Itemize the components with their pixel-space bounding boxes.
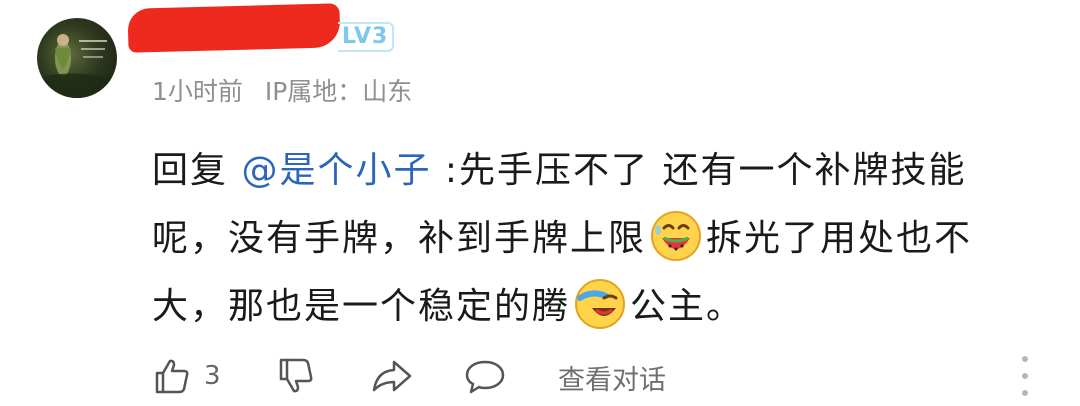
speech-bubble-icon <box>465 360 505 394</box>
avatar[interactable] <box>37 18 117 98</box>
more-options-button[interactable] <box>1018 356 1032 396</box>
avatar-image <box>37 34 117 98</box>
redacted-username <box>127 3 341 53</box>
post-time: 1小时前 <box>152 77 243 106</box>
mention-link[interactable]: @是个小子 <box>241 150 431 191</box>
reply-prefix: 回复 <box>152 150 242 191</box>
watermelon-laugh-emoji <box>651 211 702 261</box>
dislike-button[interactable] <box>276 356 316 396</box>
more-vertical-icon <box>1022 356 1028 362</box>
level-badge: LV3 <box>338 22 395 52</box>
thumbs-down-icon <box>279 358 313 393</box>
comment-meta: 1小时前 IP属地：山东 <box>152 72 426 108</box>
thumbs-up-icon <box>155 359 189 394</box>
like-count: 3 <box>204 361 221 391</box>
laughing-cry-emoji <box>575 279 626 329</box>
share-button[interactable] <box>370 356 414 396</box>
view-thread-link[interactable]: 查看对话 <box>558 358 666 397</box>
like-button[interactable]: 3 <box>152 356 221 396</box>
comment-text-part3: 公主。 <box>630 286 745 327</box>
share-arrow-icon <box>372 360 412 392</box>
reply-button[interactable] <box>464 358 506 396</box>
comment-text: 回复 @是个小子 :先手压不了 还有一个补牌技能呢，没有手牌，补到手牌上限 拆光… <box>152 137 1032 341</box>
ip-location: IP属地：山东 <box>264 77 413 106</box>
